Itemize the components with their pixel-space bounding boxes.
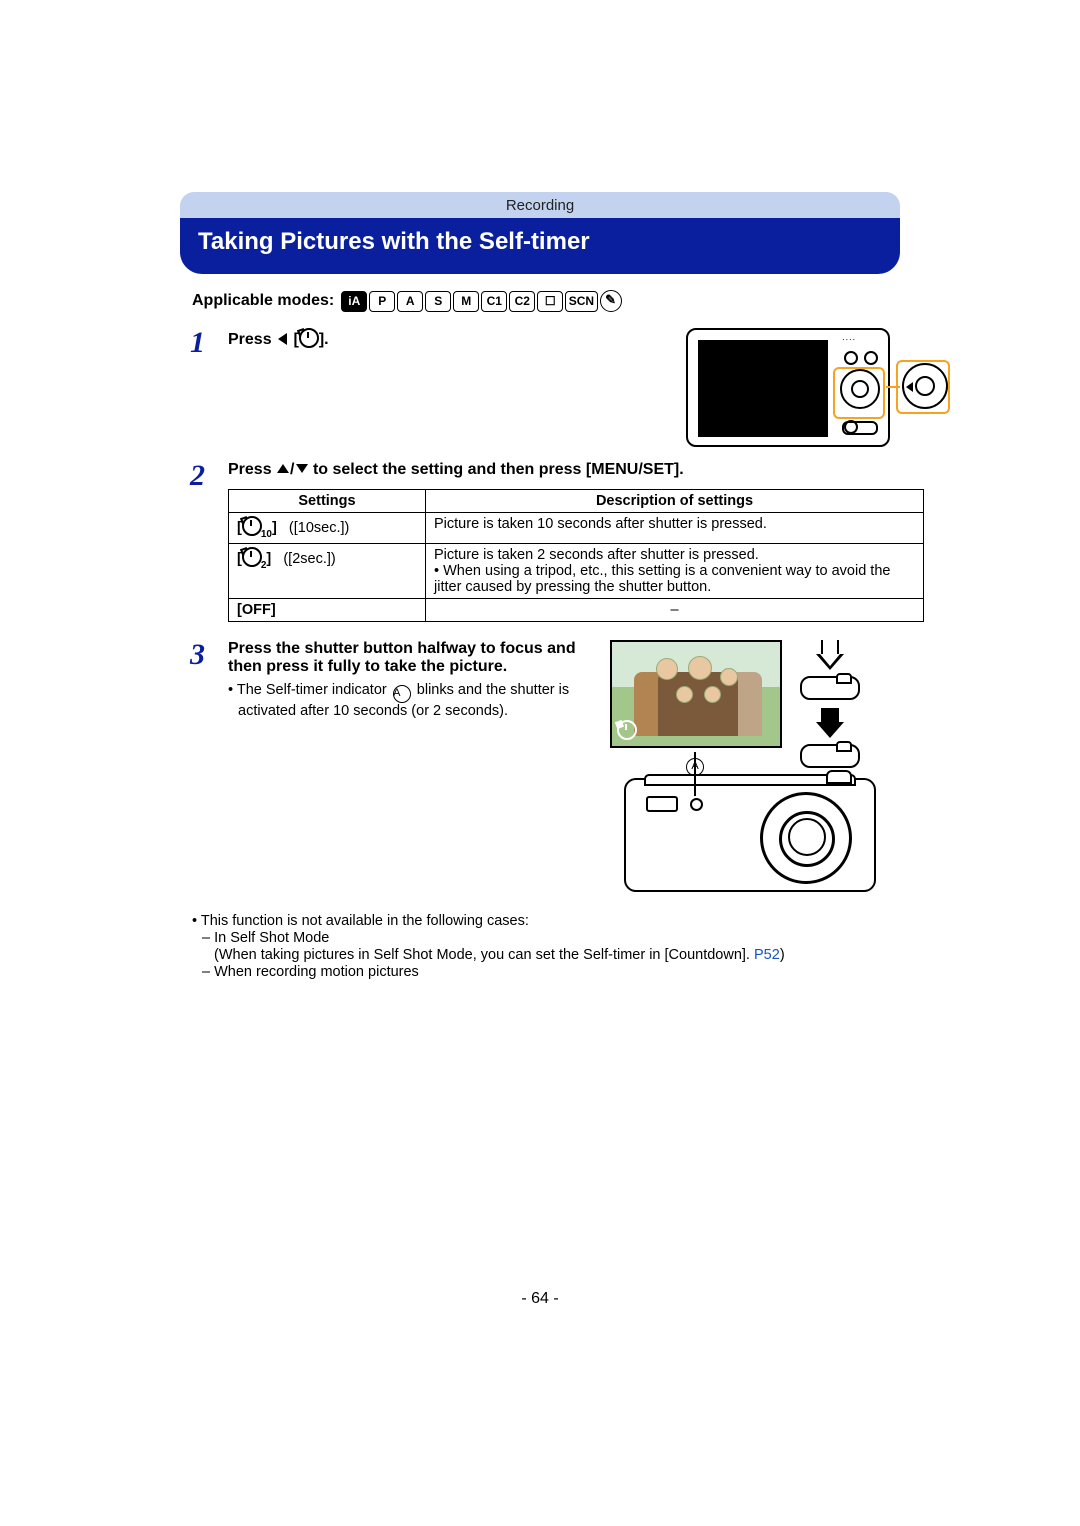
mode-icon-p: P <box>369 291 395 312</box>
note-self-shot-detail: (When taking pictures in Self Shot Mode,… <box>192 947 892 963</box>
step-number-2: 2 <box>190 461 220 491</box>
timer-icon <box>299 328 319 348</box>
page-title: Taking Pictures with the Self-timer <box>180 218 900 274</box>
table-head-settings: Settings <box>229 490 426 513</box>
applicable-modes-row: Applicable modes: iA P A S M C1 C2 ☐ SCN… <box>180 284 900 318</box>
timer-icon <box>242 547 262 567</box>
mode-icon-c2: C2 <box>509 291 535 312</box>
applicable-modes-label: Applicable modes: <box>192 292 334 310</box>
note-intro: This function is not available in the fo… <box>192 913 892 929</box>
half-press-arrow-icon <box>782 640 878 670</box>
timer-overlay-icon <box>617 720 637 740</box>
shutter-button-icon <box>800 676 860 700</box>
shutter-press-figure <box>782 640 878 768</box>
page-number: - 64 - <box>0 1290 1080 1308</box>
step2-text: Press / to select the setting and then p… <box>228 461 924 479</box>
table-row: [10] ([10sec.]) Picture is taken 10 seco… <box>229 513 924 544</box>
mode-icon-ia: iA <box>341 291 367 312</box>
mode-icon-scn: SCN <box>565 291 597 312</box>
mode-icon-s: S <box>425 291 451 312</box>
settings-table: Settings Description of settings [10] ([… <box>228 489 924 622</box>
self-timer-lamp-icon <box>690 798 703 811</box>
dpad-zoom-icon <box>902 363 948 409</box>
table-desc-off: – <box>426 599 924 622</box>
note-motion-pictures: When recording motion pictures <box>192 964 892 980</box>
section-breadcrumb: Recording <box>180 192 900 218</box>
table-row: [OFF] – <box>229 599 924 622</box>
mode-icon-c1: C1 <box>481 291 507 312</box>
table-row: [2] ([2sec.]) Picture is taken 2 seconds… <box>229 544 924 599</box>
table-setting-2sec: [2] ([2sec.]) <box>229 544 426 599</box>
mode-icon-a: A <box>397 291 423 312</box>
step1-text: Press []. <box>228 328 676 349</box>
table-setting-off: [OFF] <box>229 599 426 622</box>
mode-icon-m: M <box>453 291 479 312</box>
table-setting-10sec: [10] ([10sec.]) <box>229 513 426 544</box>
page-link-p52[interactable]: P52 <box>754 947 780 963</box>
timer-icon <box>242 516 262 536</box>
step3-note: The Self-timer indicator A blinks and th… <box>228 682 596 719</box>
notes-block: This function is not available in the fo… <box>180 901 900 980</box>
step3-text: Press the shutter button halfway to focu… <box>228 640 596 676</box>
camera-back-diagram: ∙∙∙∙ <box>686 328 890 447</box>
dpad-icon <box>840 369 880 409</box>
down-arrow-icon <box>296 464 308 473</box>
full-press-arrow-icon <box>782 708 878 738</box>
step-number-3: 3 <box>190 640 220 670</box>
camera-front-diagram <box>624 778 876 892</box>
preview-photo-figure <box>610 640 782 748</box>
note-self-shot: In Self Shot Mode <box>192 930 892 946</box>
table-head-desc: Description of settings <box>426 490 924 513</box>
step-number-1: 1 <box>190 328 220 358</box>
up-arrow-icon <box>277 464 289 473</box>
indicator-label-a-icon: A <box>393 685 411 703</box>
table-desc-2sec: Picture is taken 2 seconds after shutter… <box>426 544 924 599</box>
mode-icon-creative: ✎ <box>600 290 622 312</box>
left-arrow-icon <box>278 333 287 345</box>
shutter-button-icon <box>800 744 860 768</box>
table-desc-10sec: Picture is taken 10 seconds after shutte… <box>426 513 924 544</box>
mode-icon-panorama: ☐ <box>537 291 563 312</box>
